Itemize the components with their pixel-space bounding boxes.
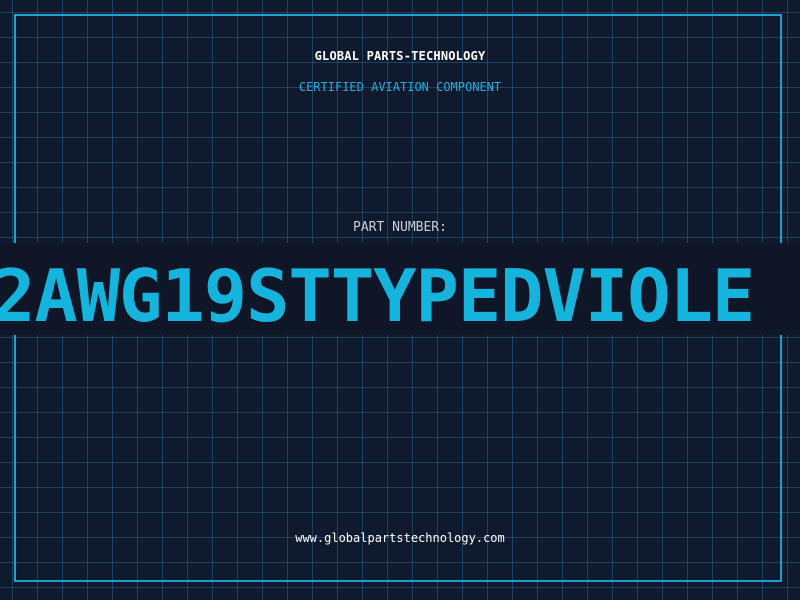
website-url: www.globalpartstechnology.com xyxy=(295,531,505,545)
part-number-value: 2AWG19STTYPEDVIOLE xyxy=(0,256,755,336)
certification-subtitle: CERTIFIED AVIATION COMPONENT xyxy=(298,80,502,94)
label-card: GLOBAL PARTS-TECHNOLOGY CERTIFIED AVIATI… xyxy=(0,0,800,600)
company-name: GLOBAL PARTS-TECHNOLOGY xyxy=(314,49,486,63)
part-number-label: PART NUMBER: xyxy=(353,220,447,235)
